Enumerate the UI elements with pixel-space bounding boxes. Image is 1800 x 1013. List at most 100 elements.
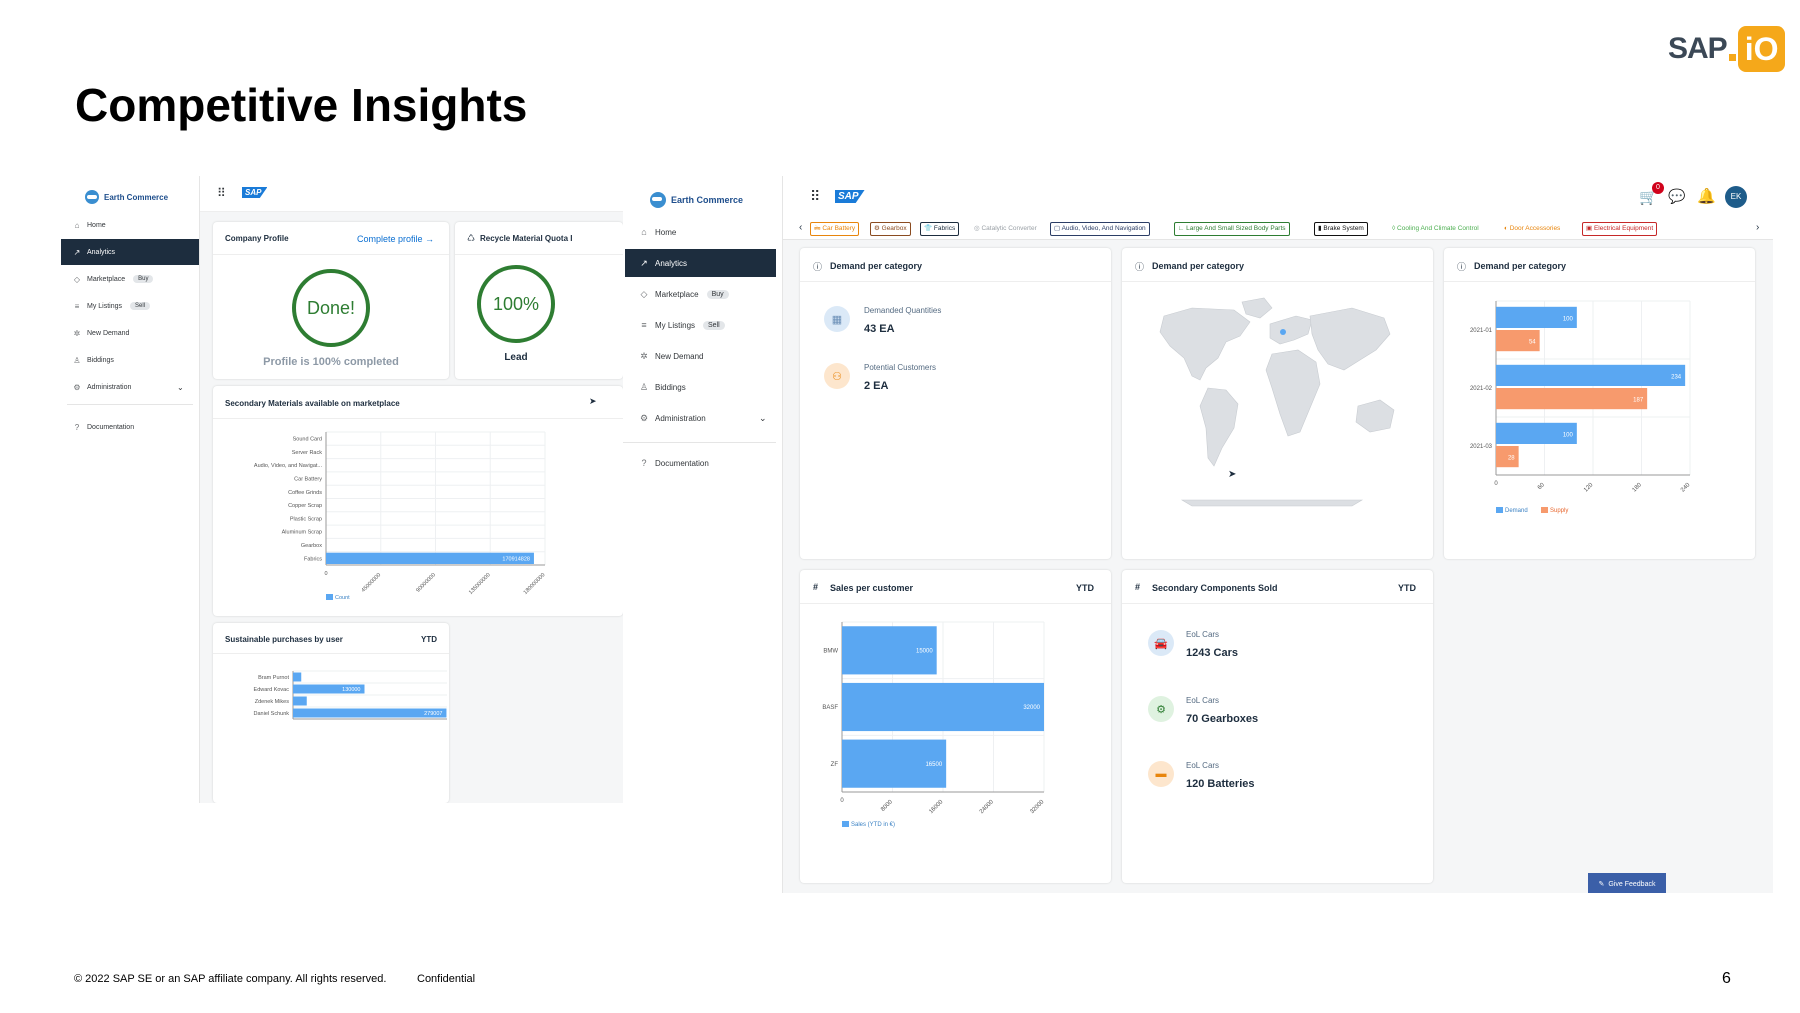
bell-icon[interactable]: 🔔 [1697, 187, 1716, 205]
sidebar-item-new-demand[interactable]: ✲ New Demand [625, 342, 776, 370]
mouse-cursor-icon: ➤ [589, 396, 597, 406]
south-america [1199, 387, 1239, 467]
give-feedback-button[interactable]: ✎ Give Feedback [1588, 873, 1666, 893]
kpi-label: Potential Customers [864, 363, 937, 372]
card-title: Demand per category [830, 261, 923, 271]
data-label: 16500 [925, 762, 942, 768]
card-title: Demand per category [1474, 261, 1567, 271]
category-label: Catalytic Converter [981, 225, 1037, 232]
brand-name: Earth Commerce [671, 195, 744, 205]
sidebar-item-home[interactable]: ⌂ Home [61, 212, 199, 238]
category-label: Bram Purnot [258, 675, 289, 681]
sap-logo[interactable]: SAP [242, 187, 268, 198]
category-label: ZF [831, 762, 839, 768]
card-divider [1122, 603, 1433, 604]
category-label: Fabrics [933, 225, 956, 232]
category-chip-fabrics[interactable]: 👕 Fabrics [920, 222, 960, 236]
data-label: 54 [1529, 340, 1536, 346]
help-icon: ? [74, 422, 80, 432]
user-avatar[interactable]: EK [1725, 186, 1747, 208]
category-label: Plastic Scrap [290, 516, 322, 522]
sidebar-item-biddings[interactable]: ♙ Biddings [61, 347, 199, 373]
sidebar-item-analytics[interactable]: ↗ Analytics [61, 239, 199, 265]
sidebar-item-administration[interactable]: ⚙ Administration ⌄ [625, 404, 776, 432]
x-tick-label: 60 [1537, 482, 1546, 491]
app-grid-icon[interactable]: ⠿ [810, 188, 820, 205]
nav-label: New Demand [655, 351, 704, 361]
category-chip-gearbox[interactable]: ⚙ Gearbox [870, 222, 911, 236]
sidebar-item-analytics[interactable]: ↗ Analytics [625, 249, 776, 277]
category-chip-cooling-and-climate-control[interactable]: ◊ Cooling And Climate Control [1388, 222, 1483, 236]
brand[interactable]: Earth Commerce [650, 192, 743, 208]
card-title: Recycle Material Quota I [480, 234, 573, 243]
chevron-left-icon[interactable]: ‹ [799, 222, 802, 233]
legend-label: Supply [1550, 508, 1568, 514]
category-chip-brake-system[interactable]: ▮ Brake System [1314, 222, 1368, 236]
secondary-materials-chart: 0 45000000 90000000 135000000 180000000 Sound… [254, 431, 546, 601]
category-label: BASF [822, 705, 838, 711]
confidential-label: Confidential [417, 973, 476, 985]
legend-label: Count [335, 595, 350, 601]
category-chip-car-battery[interactable]: 🖮 Car Battery [810, 222, 860, 236]
nav-label: Administration [87, 383, 132, 391]
chevron-right-icon[interactable]: › [1756, 222, 1759, 233]
category-chip-electrical-equipment[interactable]: ▣ Electrical Equipment [1582, 222, 1658, 236]
sidebar-item-documentation[interactable]: ? Documentation [625, 449, 776, 477]
brand-name: Earth Commerce [104, 192, 169, 202]
chat-icon[interactable]: 💬 [1668, 188, 1685, 205]
europe [1269, 315, 1313, 345]
tag-icon: ◇ [640, 288, 648, 299]
sidebar-item-administration[interactable]: ⚙ Administration ⌄ [61, 374, 199, 400]
chart-icon: ↗ [640, 257, 648, 268]
brand[interactable]: Earth Commerce [85, 190, 168, 204]
category-label: Electrical Equipment [1593, 225, 1654, 232]
kpi-label: Demanded Quantities [864, 306, 942, 315]
data-label: 170914828 [502, 556, 530, 562]
sidebar-item-marketplace[interactable]: ◇ Marketplace Buy [625, 280, 776, 308]
x-tick-label: 240 [1680, 482, 1692, 494]
x-tick-label: 0 [840, 798, 844, 804]
card-title: Sales per customer [830, 583, 914, 593]
sidebar-item-marketplace[interactable]: ◇ Marketplace Buy [61, 266, 199, 292]
sidebar-item-new-demand[interactable]: ✲ New Demand [61, 320, 199, 346]
sidebar-item-my-listings[interactable]: ≡ My Listings Sell [61, 293, 199, 319]
category-label: Gearbox [881, 225, 907, 232]
page-number: 6 [1722, 970, 1731, 987]
battery-icon: ▬ [1148, 761, 1174, 787]
ytd-label: YTD [421, 635, 437, 644]
legend-label: Sales (YTD in €) [851, 822, 895, 828]
quota-caption: Lead [504, 352, 528, 363]
category-chip-catalytic-converter[interactable]: ◎ Catalytic Converter [970, 222, 1041, 236]
card-title: Sustainable purchases by user [225, 635, 343, 644]
category-label: Large And Small Sized Body Parts [1186, 225, 1286, 232]
complete-profile-link[interactable]: Complete profile → [357, 234, 434, 244]
bar [1496, 388, 1648, 410]
profile-status: Profile is 100% completed [263, 356, 399, 368]
secondary-materials-card: Secondary Materials available on marketp… [213, 386, 623, 616]
slide: Competitive Insights SAP iO Earth Commer… [0, 0, 1800, 1013]
app-grid-icon[interactable]: ⠿ [217, 186, 226, 200]
mouse-cursor-icon: ➤ [1228, 469, 1237, 480]
trophy-icon: ♙ [639, 381, 649, 392]
legend-swatch [1541, 507, 1548, 513]
sidebar-item-documentation[interactable]: ? Documentation [61, 414, 199, 440]
world-map[interactable] [1122, 288, 1433, 548]
card-divider [800, 281, 1111, 282]
top-header-left: ⠿ SAP [200, 176, 623, 212]
category-chip-large-and-small-sized-body-parts[interactable]: ∟ Large And Small Sized Body Parts [1174, 222, 1290, 236]
sidebar-item-home[interactable]: ⌂ Home [625, 218, 776, 246]
x-tick-label: 180 [1632, 482, 1644, 494]
nav-label: Biddings [87, 356, 114, 364]
category-chip-audio-video-and-navigation[interactable]: ▢ Audio, Video, And Navigation [1050, 222, 1150, 236]
gearbox-icon: ⚙ [1148, 696, 1174, 722]
sap-logo[interactable]: SAP [835, 190, 865, 203]
kpi-label: EoL Cars [1186, 761, 1220, 770]
x-tick-label: 45000000 [361, 572, 383, 594]
sidebar-border [199, 176, 200, 803]
sidebar-item-biddings[interactable]: ♙ Biddings [625, 373, 776, 401]
category-chip-door-accessories[interactable]: ◐ Door Accessories [1500, 222, 1564, 236]
buy-badge: Buy [706, 289, 729, 299]
legend-label: Demand [1505, 508, 1528, 514]
feedback-label: Give Feedback [1608, 880, 1656, 888]
sidebar-item-my-listings[interactable]: ≡ My Listings Sell [625, 311, 776, 339]
